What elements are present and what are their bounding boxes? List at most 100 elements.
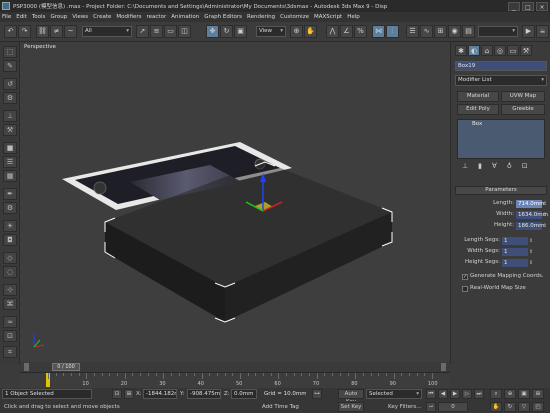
select-object-icon[interactable]: ➚ [136,25,149,38]
menu-views[interactable]: Views [72,14,88,20]
motion-tab-icon[interactable]: ◎ [494,45,506,56]
redo-icon[interactable]: ↷ [18,25,31,38]
perspective-viewport[interactable]: Perspective [20,42,450,362]
layers-icon[interactable]: ☰ [3,156,17,168]
manipulate-icon[interactable]: ✋ [304,25,317,38]
spacewarp-icon[interactable]: ≈ [3,316,17,328]
generate-mapping-checkbox[interactable]: ✓ [462,274,468,280]
grid-icon[interactable]: ▦ [3,170,17,182]
menu-create[interactable]: Create [93,14,111,20]
menu-graph-editors[interactable]: Graph Editors [204,14,242,20]
refresh-icon[interactable]: ↺ [3,78,17,90]
go-to-end-icon[interactable]: ⏭ [474,389,484,399]
key-filters-button[interactable]: Key Filters... [388,402,421,412]
key-mode-icon[interactable]: ⊶ [312,389,322,399]
zoom-icon[interactable]: ⌕ [490,389,502,399]
hierarchy-tab-icon[interactable]: ⌂ [481,45,493,56]
layer-manager-icon[interactable]: ☰ [406,25,419,38]
minimize-button[interactable]: _ [508,1,520,11]
cube-icon[interactable]: ■ [3,142,17,154]
menu-group[interactable]: Group [50,14,67,20]
object-name-field[interactable]: Box19 [455,61,547,71]
hierarchy-icon[interactable]: ⊥ [3,110,17,122]
go-to-start-icon[interactable]: ⏮ [426,389,436,399]
select-rotate-icon[interactable]: ↻ [220,25,233,38]
ref-coord-dropdown[interactable]: View [256,26,286,37]
menu-animation[interactable]: Animation [171,14,199,20]
mirror-icon[interactable]: ⋈ [372,25,385,38]
length-spinner[interactable]: 714.0mm [516,200,544,208]
script-icon[interactable]: ⌗ [3,346,17,358]
angle-snap-icon[interactable]: ∠ [340,25,353,38]
menu-tools[interactable]: Tools [32,14,46,20]
systems-icon[interactable]: ⌘ [3,298,17,310]
snap-toggle-icon[interactable]: ⋀ [326,25,339,38]
rectangle-selection-icon[interactable]: ▭ [164,25,177,38]
time-slider[interactable]: 0 / 100 [20,362,450,372]
previous-frame-icon[interactable]: ◀ [438,389,448,399]
width-spinner[interactable]: 1634.0mm [516,211,548,219]
modifier-list-dropdown[interactable]: Modifier List [455,75,547,86]
zoom-extents-all-icon[interactable]: ⊞ [532,389,544,399]
menu-help[interactable]: Help [347,14,360,20]
close-button[interactable]: × [536,1,548,11]
undo-icon[interactable]: ↶ [4,25,17,38]
edit-poly-button[interactable]: Edit Poly [457,104,499,115]
material-button[interactable]: Material [457,91,499,102]
zoom-all-icon[interactable]: ⊕ [504,389,516,399]
pan-icon[interactable]: ✋ [490,402,502,412]
width-spinner-arrows[interactable]: ⇕ [542,211,548,219]
add-time-tag[interactable]: Add Time Tag [262,402,299,412]
next-frame-icon[interactable]: ▷ [462,389,472,399]
y-coord-field[interactable]: -908.475mi [187,389,221,399]
light-icon[interactable]: ☀ [3,220,17,232]
key-mode-toggle-icon[interactable]: ⊸ [426,402,436,412]
maximize-viewport-icon[interactable]: ◰ [532,402,544,412]
menu-file[interactable]: File [2,14,11,20]
curve-editor-icon[interactable]: ∿ [420,25,433,38]
menu-rendering[interactable]: Rendering [247,14,275,20]
width-segs-spinner[interactable]: 1 [502,248,528,256]
modifier-stack[interactable]: Box [457,119,545,159]
z-coord-field[interactable]: 0.0mm [231,389,257,399]
viewport-label[interactable]: Perspective [24,44,56,50]
menu-edit[interactable]: Edit [16,14,27,20]
gear-icon[interactable]: ⚙ [3,202,17,214]
utilities-tab-icon[interactable]: ⚒ [520,45,532,56]
helpers-icon[interactable]: ⊹ [3,284,17,296]
render-last-icon[interactable]: ☕ [536,25,549,38]
greeble-button[interactable]: Greeble [501,104,545,115]
width-segs-arrows[interactable]: ⇕ [528,248,534,256]
render-scene-icon[interactable]: ▤ [462,25,475,38]
arc-rotate-icon[interactable]: ↻ [504,402,516,412]
unlink-icon[interactable]: ≠ [50,25,63,38]
height-spinner-arrows[interactable]: ⇕ [542,222,548,230]
real-world-map-checkbox[interactable] [462,286,468,292]
menu-maxscript[interactable]: MAXScript [314,14,342,20]
bind-spacewarp-icon[interactable]: ~ [64,25,77,38]
display-tab-icon[interactable]: ▭ [507,45,519,56]
menu-customize[interactable]: Customize [280,14,309,20]
configure-sets-icon[interactable]: ⊡ [522,162,528,172]
parameters-rollout[interactable]: Parameters [455,186,547,195]
app-icon[interactable] [2,2,10,10]
uvw-map-button[interactable]: UVW Map [501,91,545,102]
pivot-center-icon[interactable]: ⊕ [290,25,303,38]
auto-key-button[interactable]: Auto Key [338,389,364,405]
menu-modifiers[interactable]: Modifiers [116,14,141,20]
quick-render-icon[interactable]: ▶ [522,25,535,38]
geometry-icon[interactable]: ◇ [3,252,17,264]
key-selection-dropdown[interactable]: Selected [366,389,422,399]
select-by-name-icon[interactable]: ≡ [150,25,163,38]
wrench-icon[interactable]: ⚒ [3,124,17,136]
lock-icon[interactable]: ⊡ [3,330,17,342]
select-move-icon[interactable]: ✥ [206,25,219,38]
height-segs-spinner[interactable]: 1 [502,259,528,267]
modify-tab-icon[interactable]: ◐ [468,45,480,56]
time-slider-next-icon[interactable] [441,363,446,371]
named-selection-dropdown[interactable] [478,26,518,37]
current-frame-field[interactable]: 0 [438,402,468,412]
absolute-mode-icon[interactable]: ⊞ [124,389,134,399]
lock-selection-icon[interactable]: ⊡ [112,389,122,399]
percent-snap-icon[interactable]: % [354,25,367,38]
